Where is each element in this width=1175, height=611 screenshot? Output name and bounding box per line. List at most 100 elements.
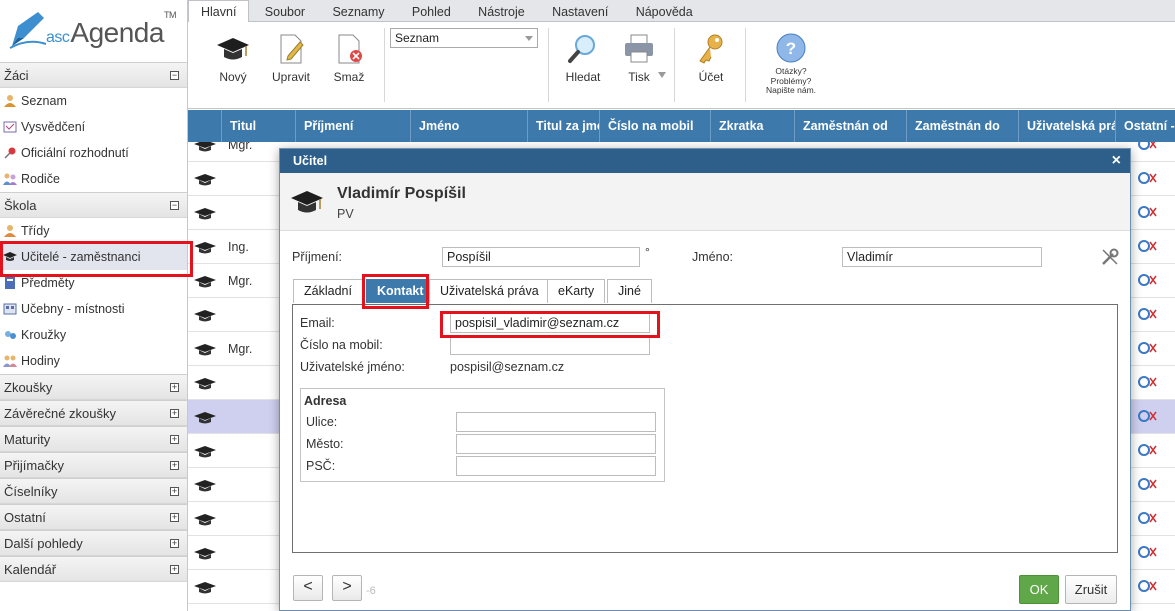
sidebar-item-hodiny[interactable]: Hodiny	[0, 348, 187, 374]
view-select[interactable]: Seznam	[390, 28, 538, 48]
graduation-cap-icon	[194, 412, 216, 424]
graduation-cap-icon	[194, 276, 216, 288]
row-action-icon[interactable]	[1136, 510, 1160, 528]
question-icon: ?	[776, 33, 806, 63]
street-label: Ulice:	[306, 415, 338, 429]
sidebar-item-krouzky[interactable]: Kroužky	[0, 322, 187, 348]
col-zkratka[interactable]: Zkratka	[710, 110, 794, 142]
tab-soubor[interactable]: Soubor	[253, 1, 317, 23]
section-dalsi-pohledy[interactable]: Další pohledy +	[0, 530, 187, 556]
edit-button[interactable]: Upravit	[265, 32, 317, 84]
tab-jine[interactable]: Jiné	[607, 279, 652, 303]
surname-input[interactable]: Pospíšil	[442, 247, 640, 267]
account-button[interactable]: Účet	[685, 32, 737, 84]
sidebar-item-ucitele-zamestnanci[interactable]: Učitelé - zaměstnanci	[0, 244, 187, 270]
col-prijmeni[interactable]: Příjmení	[295, 110, 410, 142]
col-cislo-na-mobil[interactable]: Číslo na mobil	[599, 110, 710, 142]
expand-toggle-icon[interactable]: +	[170, 409, 179, 418]
section-prijimacky[interactable]: Přijímačky +	[0, 452, 187, 478]
row-action-icon[interactable]	[1136, 272, 1160, 290]
tab-ekarty[interactable]: eKarty	[547, 279, 606, 303]
col-uzivatelska-prava[interactable]: Uživatelská prá	[1018, 110, 1115, 142]
section-zaci[interactable]: Žáci −	[0, 62, 187, 88]
sync-icon	[1138, 444, 1157, 456]
col-titul[interactable]: Titul	[221, 110, 295, 142]
settings-tools-icon[interactable]	[1101, 248, 1119, 266]
sync-icon	[1138, 172, 1157, 184]
section-maturity[interactable]: Maturity +	[0, 426, 187, 452]
city-input[interactable]	[456, 434, 656, 454]
tab-seznamy[interactable]: Seznamy	[320, 1, 396, 23]
zip-input[interactable]	[456, 456, 656, 476]
expand-toggle-icon[interactable]: +	[170, 513, 179, 522]
expand-toggle-icon[interactable]: +	[170, 487, 179, 496]
row-action-icon[interactable]	[1136, 578, 1160, 596]
tab-uzivatelska-prava[interactable]: Uživatelská práva	[429, 279, 550, 303]
search-button[interactable]: Hledat	[557, 32, 609, 84]
collapse-toggle-icon[interactable]: −	[170, 201, 179, 210]
next-record-button[interactable]: >	[332, 575, 362, 601]
collapse-toggle-icon[interactable]: −	[170, 71, 179, 80]
row-action-icon[interactable]	[1136, 306, 1160, 324]
help-button[interactable]: ? Otázky? Problémy? Napište nám.	[756, 32, 826, 96]
tab-napoveda[interactable]: Nápověda	[624, 1, 705, 23]
sidebar-item-rodice[interactable]: Rodiče	[0, 166, 187, 192]
section-skola[interactable]: Škola −	[0, 192, 187, 218]
mobile-input[interactable]	[450, 335, 650, 355]
expand-toggle-icon[interactable]: +	[170, 435, 179, 444]
tab-kontakt[interactable]: Kontakt	[366, 279, 435, 303]
row-action-icon[interactable]	[1136, 238, 1160, 256]
row-action-icon[interactable]	[1136, 170, 1160, 188]
row-action-icon[interactable]	[1136, 476, 1160, 494]
tab-pohled[interactable]: Pohled	[400, 1, 463, 23]
street-input[interactable]	[456, 412, 656, 432]
tab-nastroje[interactable]: Nástroje	[466, 1, 537, 23]
expand-toggle-icon[interactable]: +	[170, 461, 179, 470]
row-action-icon[interactable]	[1136, 204, 1160, 222]
cancel-button[interactable]: Zrušit	[1065, 575, 1117, 604]
tab-zakladni[interactable]: Základní	[293, 279, 363, 303]
sidebar-item-oficialni-rozhodnuti[interactable]: Oficiální rozhodnutí	[0, 140, 187, 166]
section-zaverecne-zkousky[interactable]: Závěrečné zkoušky +	[0, 400, 187, 426]
sidebar-item-ucebny-mistnosti[interactable]: Učebny - místnosti	[0, 296, 187, 322]
expand-toggle-icon[interactable]: +	[170, 539, 179, 548]
lessons-icon	[3, 355, 17, 367]
section-ostatni[interactable]: Ostatní +	[0, 504, 187, 530]
row-action-icon[interactable]	[1136, 374, 1160, 392]
address-group: Adresa Ulice: Město: PSČ:	[300, 388, 665, 482]
row-action-icon[interactable]	[1136, 442, 1160, 460]
col-zamestnan-od[interactable]: Zaměstnán od	[794, 110, 906, 142]
new-button[interactable]: Nový	[207, 32, 259, 84]
mobile-label: Číslo na mobil:	[300, 338, 383, 352]
col-titul-za-jmenem[interactable]: Titul za jmé	[527, 110, 599, 142]
sidebar-item-vysvedceni[interactable]: Vysvědčení	[0, 114, 187, 140]
ok-button[interactable]: OK	[1019, 575, 1059, 604]
sync-icon	[1138, 546, 1157, 558]
row-action-icon[interactable]	[1136, 142, 1160, 154]
col-jmeno[interactable]: Jméno	[410, 110, 527, 142]
row-action-icon[interactable]	[1136, 408, 1160, 426]
sidebar-item-seznam[interactable]: Seznam	[0, 88, 187, 114]
close-icon[interactable]: ×	[1112, 149, 1121, 173]
previous-record-button[interactable]: <	[293, 575, 323, 601]
expand-toggle-icon[interactable]: +	[170, 383, 179, 392]
col-ostatni[interactable]: Ostatní -	[1115, 110, 1175, 142]
row-action-icon[interactable]	[1136, 340, 1160, 358]
email-input[interactable]: pospisil_vladimir@seznam.cz	[450, 313, 650, 333]
tab-hlavni[interactable]: Hlavní	[188, 0, 250, 23]
delete-button[interactable]: Smaž	[323, 32, 375, 84]
certificate-icon	[3, 121, 17, 133]
graduation-cap-icon	[217, 38, 249, 60]
expand-toggle-icon[interactable]: +	[170, 565, 179, 574]
row-action-icon[interactable]	[1136, 544, 1160, 562]
section-kalendar[interactable]: Kalendář +	[0, 556, 187, 582]
firstname-input[interactable]: Vladimír	[842, 247, 1042, 267]
sidebar-item-predmety[interactable]: Předměty	[0, 270, 187, 296]
tab-nastaveni[interactable]: Nastavení	[540, 1, 620, 23]
col-zamestnan-do[interactable]: Zaměstnán do	[906, 110, 1018, 142]
app-logo[interactable]: ascAgendaTM	[0, 0, 187, 62]
section-zkousky[interactable]: Zkoušky +	[0, 374, 187, 400]
section-ciselniky[interactable]: Číselníky +	[0, 478, 187, 504]
sidebar-item-tridy[interactable]: Třídy	[0, 218, 187, 244]
print-dropdown-icon[interactable]	[658, 72, 666, 78]
